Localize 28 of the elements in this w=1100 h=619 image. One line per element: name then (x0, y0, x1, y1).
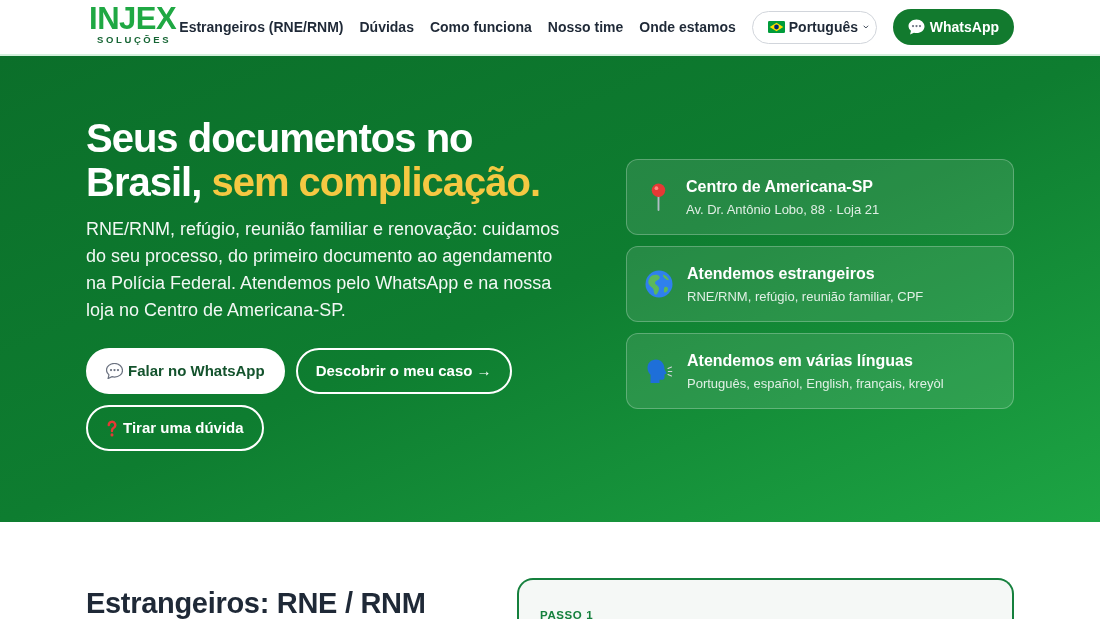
speech-bubble-icon (907, 19, 925, 35)
nav-link[interactable]: Dúvidas (359, 16, 414, 38)
info-card-subtitle: RNE/RNM, refúgio, reunião familiar, CPF (687, 287, 924, 306)
discover-case-button[interactable]: Descobrir o meu caso → (295, 348, 512, 394)
hero-description: RNE/RNM, refúgio, reunião familiar e renovação: cuidamos do seu processo, do primeiro documento ao agendamento na Polícia Federal. Atendemos pelo WhatsApp e na nossa loja no Centro de Americana-SP. (86, 218, 561, 322)
info-card-subtitle: Português, español, English, français, kreyòl (687, 374, 944, 393)
speech-bubble-icon (106, 363, 123, 379)
nav-link[interactable]: Nosso time (547, 16, 624, 38)
logo[interactable]: INJEX SOLUÇÕES (86, 6, 180, 46)
globe-icon (645, 270, 673, 298)
hero-heading: Seus documentos no Brasil, sem complicação. (86, 116, 542, 204)
question-mark-icon (106, 419, 118, 437)
whatsapp-chat-button[interactable]: Falar no WhatsApp (86, 348, 285, 394)
info-card-title: Centro de Americana-SP (686, 176, 874, 197)
speaking-head-icon (645, 357, 673, 385)
section-heading: Estrangeiros: RNE / RNM (86, 586, 426, 619)
nav-link[interactable]: Onde estamos (639, 16, 736, 38)
pin-icon (651, 183, 666, 211)
whatsapp-button[interactable]: WhatsApp (892, 9, 1014, 45)
nav-link[interactable]: Estrangeiros (RNE/RNM) (179, 16, 344, 38)
ask-question-button[interactable]: Tirar uma dúvida (86, 405, 264, 451)
step-label: PASSO 1 (540, 609, 594, 619)
language-select[interactable]: Português (751, 10, 877, 44)
nav-link[interactable]: Como funciona (429, 16, 532, 38)
info-card-subtitle: Av. Dr. Antônio Lobo, 88 · Loja 21 (686, 200, 880, 219)
info-card-title: Atendemos em várias línguas (687, 350, 914, 371)
info-card-title: Atendemos estrangeiros (687, 263, 876, 284)
flag-icon (767, 21, 785, 33)
